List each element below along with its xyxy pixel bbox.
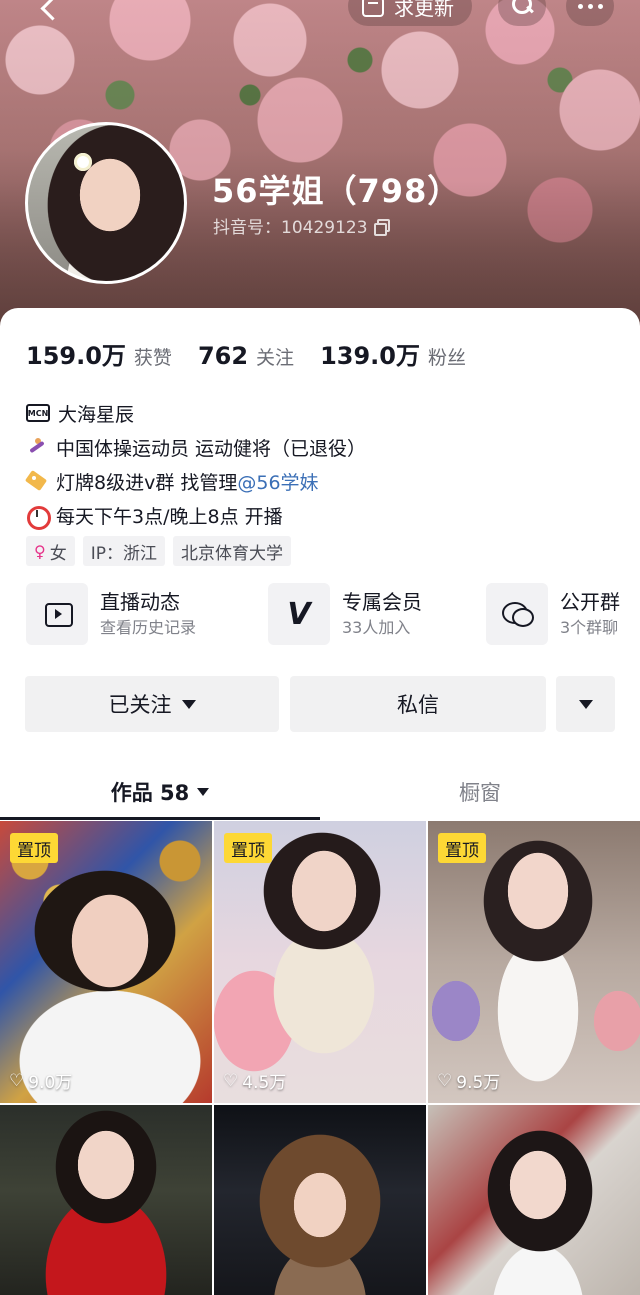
- tab-shop[interactable]: 橱窗: [320, 764, 640, 820]
- stat-fans-label: 粉丝: [427, 347, 466, 369]
- heart-icon: ♡: [223, 1070, 239, 1091]
- stat-likes-label: 获赞: [133, 347, 172, 369]
- feature-row: 直播动态 查看历史记录 V 专属会员 33人加入 公开群 3个群聊: [26, 582, 640, 646]
- feature-live-title: 直播动态: [100, 590, 180, 614]
- feature-public-group[interactable]: 公开群 3个群聊: [486, 582, 620, 646]
- profile-card: 159.0万 获赞 762 关注 139.0万 粉丝 MCN 大海星辰 中国体操…: [0, 308, 640, 1295]
- stat-following[interactable]: 762 关注: [198, 342, 294, 370]
- top-bar: 求更新: [0, 0, 640, 26]
- message-label: 私信: [397, 693, 439, 717]
- bio-line-2: 灯牌8级进v群 找管理@56学妹: [26, 464, 626, 498]
- heart-icon: ♡: [437, 1070, 453, 1091]
- video-tile[interactable]: [428, 1105, 640, 1295]
- gender-label: 女: [49, 543, 67, 564]
- chevron-down-icon: [578, 699, 593, 709]
- v-icon: V: [268, 583, 330, 645]
- like-count: ♡ 4.5万: [223, 1068, 287, 1094]
- mcn-icon: MCN: [26, 404, 50, 422]
- pinned-badge: 置顶: [10, 833, 58, 863]
- feature-group-title: 公开群: [560, 590, 620, 614]
- video-tile[interactable]: [214, 1105, 426, 1295]
- heart-icon: ♡: [9, 1070, 25, 1091]
- school-chip[interactable]: 北京体育大学: [172, 536, 291, 566]
- back-icon[interactable]: [36, 0, 66, 26]
- stats-row: 159.0万 获赞 762 关注 139.0万 粉丝: [26, 336, 492, 371]
- followed-label: 已关注: [108, 693, 172, 717]
- followed-button[interactable]: 已关注: [25, 676, 279, 732]
- gymnast-icon: [26, 436, 48, 458]
- stat-following-label: 关注: [256, 347, 295, 369]
- profile-tags: ♀ 女 IP：浙江 北京体育大学: [26, 536, 291, 566]
- update-icon: [360, 0, 384, 18]
- content-tabs: 作品 58 橱窗: [0, 764, 640, 820]
- douyin-id-text: 抖音号：10429123: [213, 218, 368, 238]
- pinned-badge: 置顶: [438, 833, 486, 863]
- stat-fans-value: 139.0万: [320, 342, 420, 370]
- mcn-line[interactable]: MCN 大海星辰: [26, 396, 626, 430]
- avatar[interactable]: [25, 122, 187, 284]
- like-count: ♡ 9.0万: [9, 1068, 73, 1094]
- video-tile[interactable]: 置顶 ♡ 9.5万: [428, 821, 640, 1103]
- profile-name: 56学姐（798）: [212, 172, 461, 210]
- search-icon[interactable]: [498, 0, 546, 26]
- mention-link[interactable]: @56学妹: [237, 472, 318, 494]
- message-button[interactable]: 私信: [290, 676, 546, 732]
- video-tile[interactable]: 置顶 ♡ 4.5万: [214, 821, 426, 1103]
- more-icon[interactable]: [566, 0, 614, 26]
- bio-line-2-main: 灯牌8级进v群 找管理: [56, 471, 238, 494]
- bio: MCN 大海星辰 中国体操运动员 运动健将（已退役） 灯牌8级进v群 找管理@5…: [26, 396, 626, 532]
- bio-line-2-text: 灯牌8级进v群 找管理@56学妹: [56, 468, 319, 495]
- copy-icon[interactable]: [373, 218, 390, 236]
- video-tile[interactable]: 置顶 ♡ 9.0万: [0, 821, 212, 1103]
- tab-works-label: 作品 58: [110, 781, 190, 805]
- mcn-name: 大海星辰: [58, 403, 135, 426]
- request-update-label: 求更新: [394, 0, 454, 20]
- like-count-value: 4.5万: [242, 1073, 287, 1093]
- female-icon: ♀: [34, 541, 46, 561]
- feature-membership-title: 专属会员: [342, 590, 422, 614]
- stat-likes: 159.0万 获赞: [26, 336, 172, 371]
- tag-icon: [26, 470, 48, 492]
- like-count-value: 9.5万: [456, 1073, 501, 1093]
- bio-line-1: 中国体操运动员 运动健将（已退役）: [26, 430, 626, 464]
- feature-live-history[interactable]: 直播动态 查看历史记录: [26, 582, 196, 646]
- tv-icon: [26, 583, 88, 645]
- bio-line-3-text: 每天下午3点/晚上8点 开播: [56, 505, 283, 528]
- feature-membership[interactable]: V 专属会员 33人加入: [268, 582, 422, 646]
- feature-membership-sub: 33人加入: [342, 618, 411, 637]
- chevron-down-icon: [197, 788, 210, 796]
- douyin-id: 抖音号：10429123: [213, 213, 390, 238]
- alarm-clock-icon: [26, 504, 51, 530]
- tab-works[interactable]: 作品 58: [0, 764, 320, 820]
- bio-line-1-text: 中国体操运动员 运动健将（已退役）: [56, 437, 367, 460]
- like-count: ♡ 9.5万: [437, 1068, 501, 1094]
- more-actions-button[interactable]: [556, 676, 615, 732]
- video-tile[interactable]: [0, 1105, 212, 1295]
- chat-icon: [486, 583, 548, 645]
- pinned-badge: 置顶: [224, 833, 272, 863]
- stat-following-value: 762: [197, 342, 249, 370]
- gender-chip: ♀ 女: [26, 536, 75, 566]
- stat-likes-value: 159.0万: [26, 342, 126, 370]
- action-row: 已关注 私信: [25, 676, 615, 732]
- feature-live-sub: 查看历史记录: [100, 618, 197, 637]
- chevron-down-icon: [181, 699, 196, 709]
- ip-chip: IP：浙江: [82, 536, 165, 566]
- tab-shop-label: 橱窗: [459, 781, 501, 805]
- feature-group-sub: 3个群聊: [560, 618, 619, 637]
- request-update-button[interactable]: 求更新: [348, 0, 472, 26]
- bio-line-3: 每天下午3点/晚上8点 开播: [26, 498, 626, 532]
- stat-fans[interactable]: 139.0万 粉丝: [320, 336, 466, 371]
- like-count-value: 9.0万: [28, 1073, 73, 1093]
